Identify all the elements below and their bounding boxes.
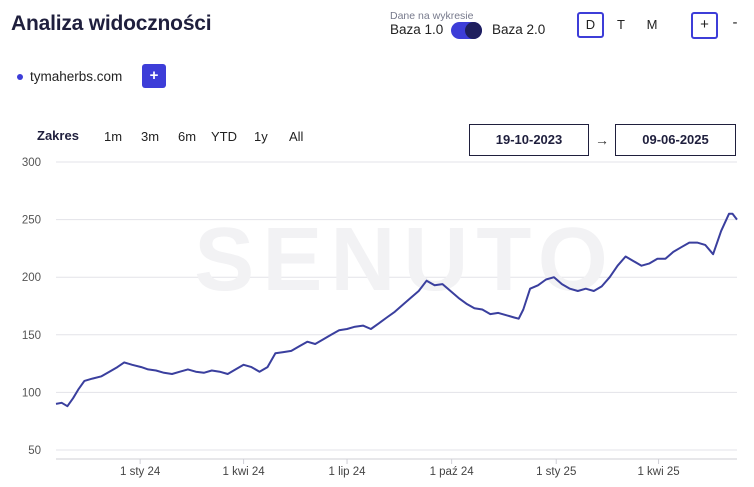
x-tick-label: 1 sty 24 [120,466,161,478]
range-label: Zakres [37,128,79,143]
zoom-out-button[interactable]: - [726,12,744,39]
range-3m-button[interactable]: 3m [141,129,159,144]
granularity-month-button[interactable]: M [641,12,663,38]
y-tick-label: 200 [22,272,41,284]
x-tick-label: 1 kwi 24 [222,466,265,478]
data-source-switch[interactable] [451,22,482,39]
zoom-in-button[interactable]: + [691,12,718,39]
range-1m-button[interactable]: 1m [104,129,122,144]
base-1-label[interactable]: Baza 1.0 [390,22,443,37]
y-tick-label: 250 [22,215,41,227]
visibility-chart: SENUTO 50 100 150 200 250 300 1 sty 24 1 kwi 2… [22,157,738,478]
range-ytd-button[interactable]: YTD [211,129,237,144]
y-axis: 50 100 150 200 250 300 [22,157,41,457]
granularity-week-button[interactable]: T [612,12,630,38]
domain-name[interactable]: tymaherbs.com [30,69,122,84]
domain-color-dot [17,74,23,80]
y-tick-label: 150 [22,330,41,342]
y-tick-label: 300 [22,157,41,169]
y-tick-label: 100 [22,387,41,399]
range-all-button[interactable]: All [289,129,303,144]
range-6m-button[interactable]: 6m [178,129,196,144]
switch-knob [465,22,482,39]
base-2-label[interactable]: Baza 2.0 [492,22,545,37]
x-axis: 1 sty 24 1 kwi 24 1 lip 24 1 paź 24 1 sty 25… [120,459,680,478]
x-tick-label: 1 paź 24 [430,466,475,478]
data-source-toggle: Dane na wykresie Baza 1.0 Baza 2.0 [388,8,558,42]
x-tick-label: 1 kwi 25 [637,466,679,478]
y-tick-label: 50 [28,445,41,457]
x-tick-label: 1 sty 25 [536,466,576,478]
date-range-arrow: → [595,132,609,148]
add-domain-button[interactable]: + [142,64,166,88]
x-tick-label: 1 lip 24 [328,466,366,478]
data-source-caption: Dane na wykresie [390,10,474,22]
granularity-day-button[interactable]: D [577,12,604,38]
senuto-watermark: SENUTO [194,210,615,310]
range-1y-button[interactable]: 1y [254,129,268,144]
page-title: Analiza widoczności [11,12,212,35]
